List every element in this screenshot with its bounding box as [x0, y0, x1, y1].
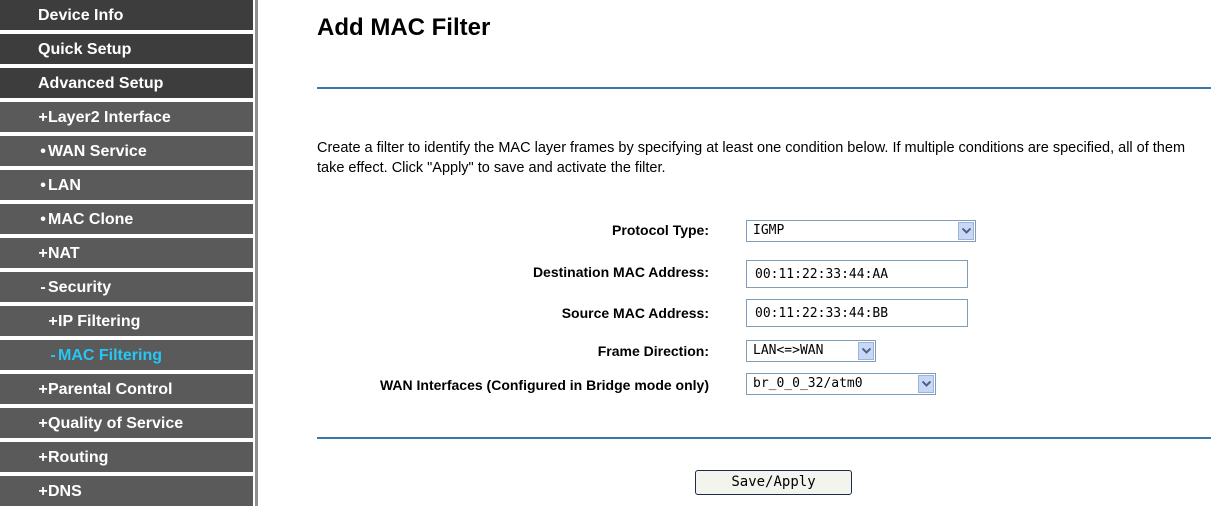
wan-interfaces-value: br_0_0_32/atm0 — [753, 376, 863, 391]
page-description: Create a filter to identify the MAC laye… — [317, 140, 1186, 176]
src-mac-label: Source MAC Address: — [561, 305, 709, 321]
protocol-type-label: Protocol Type: — [612, 222, 709, 238]
chevron-down-icon[interactable] — [858, 342, 874, 360]
sidebar-item-label: LAN — [48, 177, 81, 194]
sidebar: Device Info Quick Setup Advanced Setup +Lay… — [0, 0, 260, 508]
sidebar-item-bullet: + — [38, 483, 48, 500]
sidebar-divider — [255, 0, 258, 506]
sidebar-item-device-info[interactable]: Device Info — [0, 0, 253, 32]
frame-direction-label: Frame Direction: — [597, 343, 709, 359]
sidebar-item-label: Quality of Service — [48, 415, 184, 432]
sidebar-item-label: Advanced Setup — [38, 75, 164, 92]
dest-mac-input[interactable] — [746, 260, 968, 288]
sidebar-item-mac-filtering[interactable]: - MAC Filtering — [0, 340, 253, 372]
sidebar-item-bullet: + — [38, 245, 48, 262]
sidebar-item-label: Security — [48, 279, 112, 296]
sidebar-item-bullet: - — [50, 347, 56, 364]
sidebar-item-lan[interactable]: • LAN — [0, 170, 253, 202]
sidebar-item-ip-filtering[interactable]: +IP Filtering — [0, 306, 253, 338]
sidebar-item-label: MAC Clone — [48, 211, 134, 228]
frame-direction-select[interactable]: LAN<=>WAN — [746, 340, 876, 362]
sidebar-item-label: Quick Setup — [38, 41, 132, 58]
sidebar-item-dns[interactable]: +DNS — [0, 476, 253, 508]
sidebar-item-layer2-interface[interactable]: +Layer2 Interface — [0, 102, 253, 134]
chevron-down-icon[interactable] — [918, 375, 934, 393]
sidebar-item-label: Routing — [48, 449, 109, 466]
sidebar-item-bullet: + — [38, 109, 48, 126]
sidebar-item-bullet: + — [38, 415, 48, 432]
sidebar-item-nat[interactable]: +NAT — [0, 238, 253, 270]
sidebar-item-bullet: • — [40, 211, 46, 228]
sidebar-item-bullet: + — [38, 449, 48, 466]
sidebar-item-label: Parental Control — [48, 381, 173, 398]
sidebar-item-bullet: • — [40, 177, 46, 194]
wan-interfaces-label: WAN Interfaces (Configured in Bridge mod… — [379, 377, 709, 393]
sidebar-item-label: WAN Service — [48, 143, 147, 160]
sidebar-item-bullet: + — [48, 313, 58, 330]
sidebar-item-label: NAT — [48, 245, 80, 262]
chevron-down-icon[interactable] — [958, 222, 974, 240]
sidebar-item-wan-service[interactable]: • WAN Service — [0, 136, 253, 168]
sidebar-item-bullet: • — [40, 143, 46, 160]
src-mac-input[interactable] — [746, 299, 968, 327]
frame-direction-value: LAN<=>WAN — [753, 343, 824, 358]
sidebar-item-label: DNS — [48, 483, 82, 500]
sidebar-item-parental-control[interactable]: +Parental Control — [0, 374, 253, 406]
protocol-type-select[interactable]: IGMP — [746, 220, 976, 242]
sidebar-item-bullet: - — [40, 279, 46, 296]
sidebar-item-quality-of-service[interactable]: +Quality of Service — [0, 408, 253, 440]
sidebar-item-quick-setup[interactable]: Quick Setup — [0, 34, 253, 66]
sidebar-item-label: MAC Filtering — [58, 347, 162, 364]
save-apply-button[interactable]: Save/Apply — [695, 470, 852, 495]
sidebar-item-security[interactable]: - Security — [0, 272, 253, 304]
sidebar-item-label: Layer2 Interface — [48, 109, 171, 126]
sidebar-item-bullet: + — [38, 381, 48, 398]
sidebar-item-routing[interactable]: +Routing — [0, 442, 253, 474]
page-title: Add MAC Filter — [317, 14, 491, 41]
sidebar-item-label: IP Filtering — [58, 313, 141, 330]
protocol-type-value: IGMP — [753, 223, 785, 238]
sidebar-item-advanced-setup[interactable]: Advanced Setup — [0, 68, 253, 100]
wan-interfaces-select[interactable]: br_0_0_32/atm0 — [746, 373, 936, 395]
main-content: Add MAC Filter Create a filter to identi… — [260, 0, 1211, 506]
bottom-divider — [317, 437, 1211, 439]
dest-mac-label: Destination MAC Address: — [532, 264, 709, 280]
top-divider — [317, 87, 1211, 89]
sidebar-item-label: Device Info — [38, 7, 124, 24]
sidebar-item-mac-clone[interactable]: • MAC Clone — [0, 204, 253, 236]
